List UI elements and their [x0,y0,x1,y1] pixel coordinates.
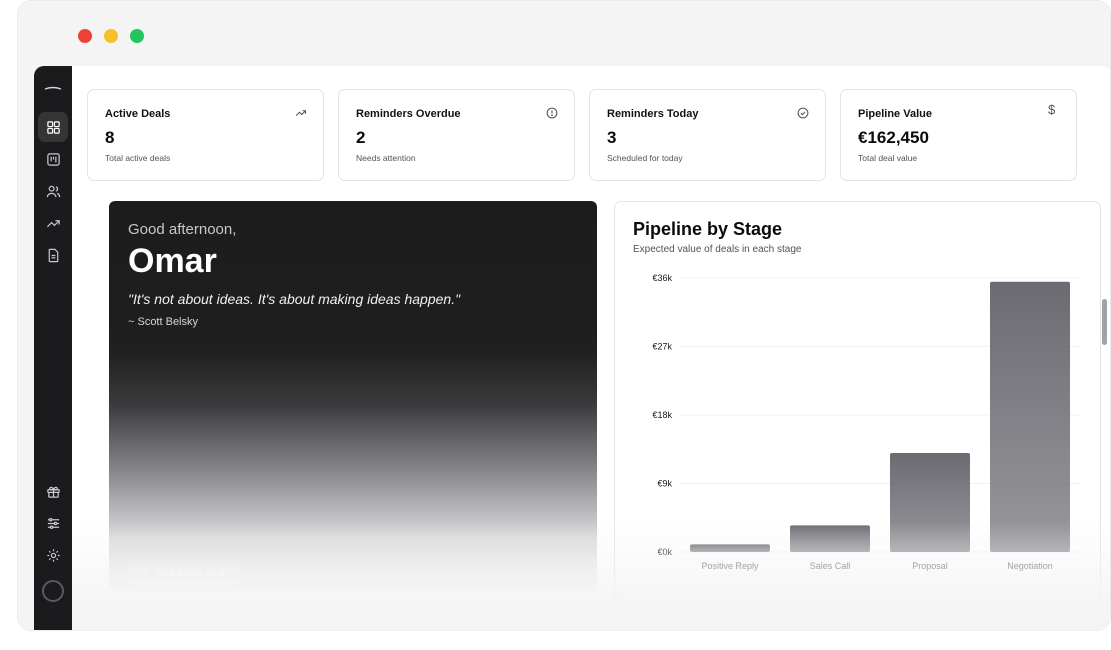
stat-card-reminders-overdue: Reminders Overdue 2 Needs attention [338,89,575,181]
y-tick-label: €36k [652,273,672,283]
greeting-card: Good afternoon, Omar "It's not about ide… [109,201,597,591]
plus-icon: + [142,567,148,579]
x-tick-label: Proposal [912,561,948,571]
users-icon[interactable] [38,176,68,206]
minimize-window-button[interactable] [104,29,118,43]
add-deal-label: Add a new deal [155,567,225,579]
stat-subtitle: Needs attention [356,153,416,163]
app-window: Active Deals 8 Total active deals Remind… [34,66,1110,630]
x-tick-label: Negotiation [1007,561,1053,571]
dashboard-icon[interactable] [38,112,68,142]
y-tick-label: €27k [652,342,672,352]
trending-up-icon[interactable] [38,208,68,238]
y-tick-label: €9k [657,479,672,489]
bar-negotiation[interactable] [990,281,1070,552]
settings-icon[interactable] [38,540,68,570]
pipeline-chart-card: Pipeline by Stage Expected value of deal… [614,201,1101,601]
add-deal-button[interactable]: + Add a new deal [128,561,239,585]
sidebar [34,66,72,630]
greeting-text: Good afternoon, [128,221,237,238]
scrollbar-thumb[interactable] [1102,299,1107,345]
y-tick-label: €18k [652,410,672,420]
kanban-icon[interactable] [38,144,68,174]
stat-title: Reminders Today [607,108,699,120]
stat-value: 8 [105,128,115,147]
stat-title: Active Deals [105,108,171,120]
bar-chart: €0k €9k €18k €27k €36k Positive Reply Sales Ca… [652,273,1080,571]
document-icon[interactable] [38,240,68,270]
quote-text: "It's not about ideas. It's about making… [128,291,461,307]
sliders-icon[interactable] [38,508,68,538]
stat-title: Reminders Overdue [356,108,461,120]
alert-circle-icon [546,106,558,119]
gift-icon[interactable] [38,476,68,506]
x-tick-label: Sales Call [810,561,851,571]
stat-card-reminders-today: Reminders Today 3 Scheduled for today [589,89,826,181]
check-circle-icon [797,106,809,119]
maximize-window-button[interactable] [130,29,144,43]
window-frame: Active Deals 8 Total active deals Remind… [17,0,1111,631]
stat-value: 3 [607,128,617,147]
stat-subtitle: Total deal value [858,153,918,163]
dollar-icon: $ [1048,102,1056,117]
bar-proposal[interactable] [890,453,970,552]
logo-icon[interactable] [43,84,63,92]
stat-card-active-deals: Active Deals 8 Total active deals [87,89,324,181]
bar-positive-reply[interactable] [690,544,770,552]
main-content: Active Deals 8 Total active deals Remind… [72,66,1110,630]
window-controls [78,29,144,43]
y-tick-label: €0k [657,547,672,557]
stat-subtitle: Scheduled for today [607,153,683,163]
trending-up-icon [295,106,307,118]
stat-card-pipeline-value: Pipeline Value €162,450 Total deal value… [840,89,1077,181]
bar-sales-call[interactable] [790,525,870,552]
x-tick-label: Positive Reply [701,561,759,571]
stat-subtitle: Total active deals [105,153,171,163]
user-name: Omar [128,242,217,280]
stat-value: 2 [356,128,366,147]
close-window-button[interactable] [78,29,92,43]
quote-author: ~ Scott Belsky [128,316,199,328]
stat-title: Pipeline Value [858,108,932,120]
avatar[interactable] [42,580,64,602]
stat-value: €162,450 [858,128,929,147]
